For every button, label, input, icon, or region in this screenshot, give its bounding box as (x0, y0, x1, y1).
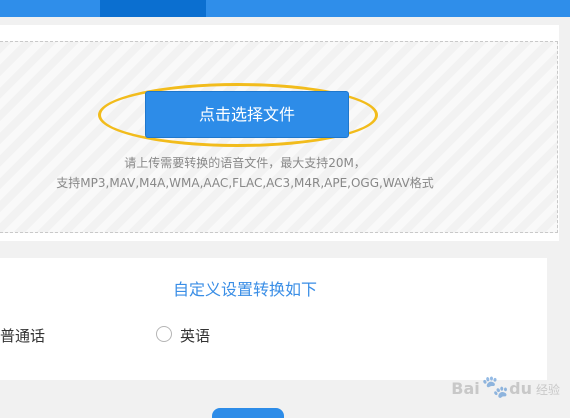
upload-hint-formats: 支持MP3,MAV,M4A,WMA,AAC,FLAC,AC3,M4R,APE,O… (56, 176, 434, 190)
watermark-text-left: Bai (451, 379, 480, 398)
upload-hint-size: 请上传需要转换的语音文件，最大支持20M， (124, 156, 366, 170)
language-option-mandarin[interactable]: 普通话 (0, 325, 45, 346)
select-file-button[interactable]: 点击选择文件 (145, 91, 349, 138)
convert-button[interactable] (212, 408, 284, 418)
paw-icon: 🐾 (481, 375, 510, 400)
settings-panel: 自定义设置转换如下 普通话 英语 (0, 258, 547, 380)
top-nav-bar (0, 0, 570, 17)
language-option-english[interactable]: 英语 (180, 325, 210, 346)
watermark: Bai🐾du 经验 (451, 375, 560, 400)
watermark-sub: 经验 (535, 383, 560, 397)
active-nav-tab[interactable] (100, 0, 206, 17)
english-radio[interactable] (156, 326, 172, 342)
settings-title: 自定义设置转换如下 (172, 280, 317, 299)
watermark-text-right: du (509, 379, 532, 398)
